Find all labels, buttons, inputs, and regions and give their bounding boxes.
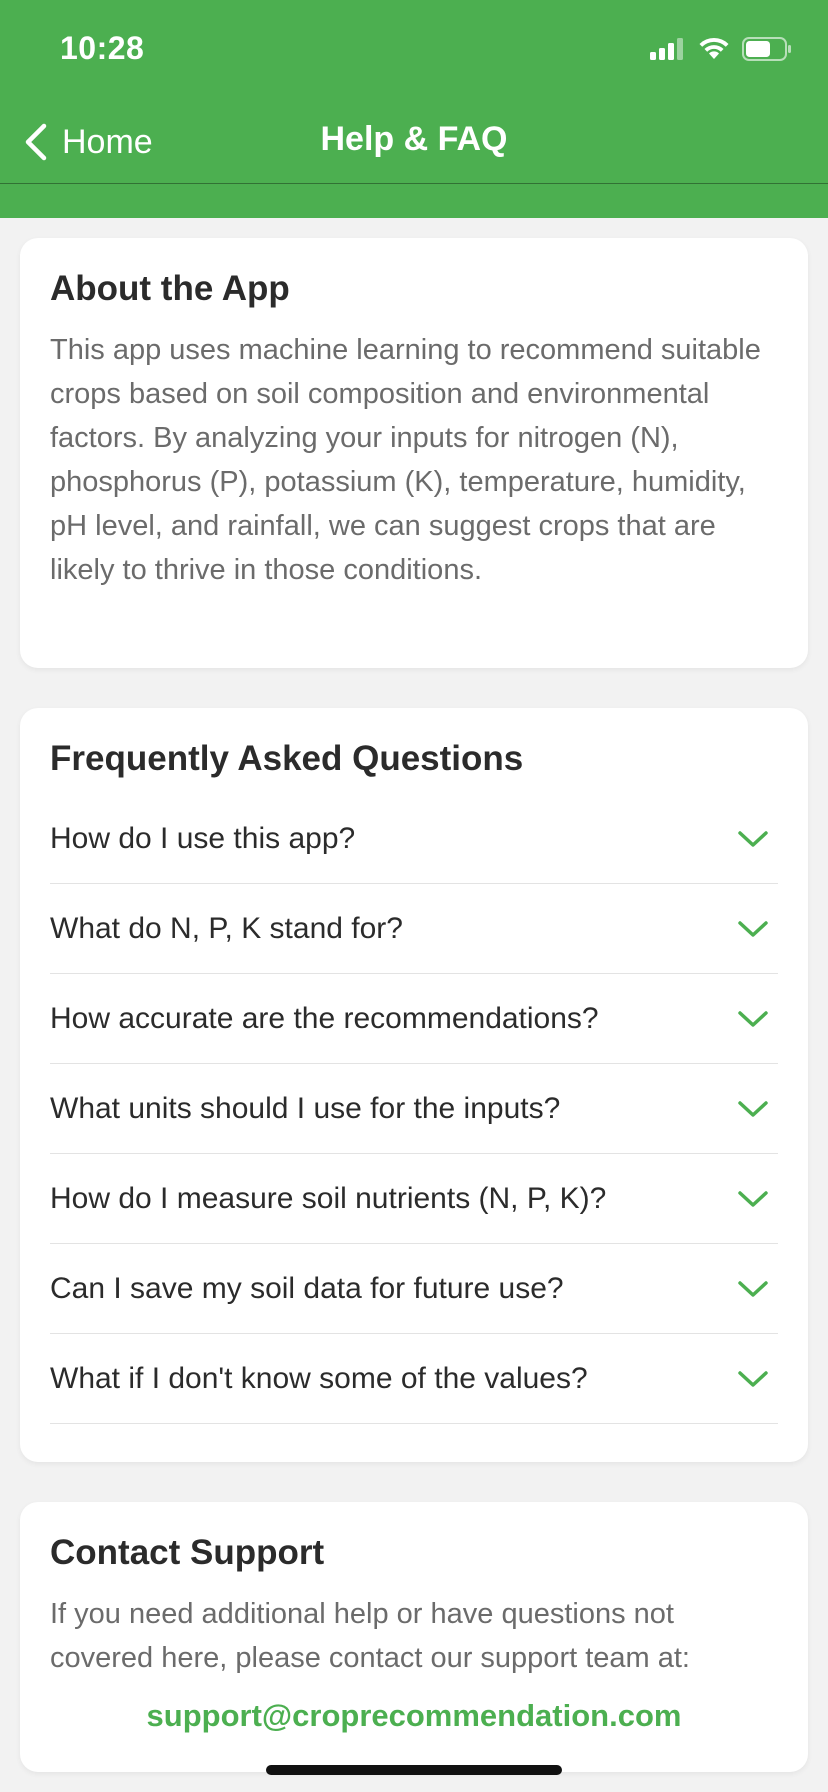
wifi-icon: [699, 37, 729, 59]
faq-item[interactable]: How do I measure soil nutrients (N, P, K…: [50, 1154, 778, 1244]
screen: 10:28 Home Help & FAQ About the App This…: [0, 0, 828, 1792]
faq-item[interactable]: How accurate are the recommendations?: [50, 974, 778, 1064]
faq-question: Can I save my soil data for future use?: [50, 1271, 564, 1305]
chevron-down-icon: [738, 1370, 768, 1387]
status-bar: 10:28: [0, 0, 828, 100]
contact-card: Contact Support If you need additional h…: [20, 1502, 808, 1772]
chevron-down-icon: [738, 1280, 768, 1297]
chevron-down-icon: [738, 1100, 768, 1117]
status-icons: [650, 34, 792, 64]
chevron-down-icon: [738, 830, 768, 847]
faq-question: How accurate are the recommendations?: [50, 1001, 599, 1035]
cellular-signal-icon: [650, 38, 683, 60]
faq-item[interactable]: What if I don't know some of the values?: [50, 1334, 778, 1424]
contact-text: If you need additional help or have ques…: [50, 1598, 690, 1674]
faq-list: How do I use this app? What do N, P, K s…: [50, 794, 778, 1424]
faq-card: Frequently Asked Questions How do I use …: [20, 708, 808, 1462]
header: 10:28 Home Help & FAQ: [0, 0, 828, 218]
faq-item[interactable]: How do I use this app?: [50, 794, 778, 884]
faq-item[interactable]: What do N, P, K stand for?: [50, 884, 778, 974]
about-text: This app uses machine learning to recomm…: [50, 334, 761, 586]
faq-item[interactable]: Can I save my soil data for future use?: [50, 1244, 778, 1334]
support-email-link[interactable]: support@croprecommendation.com: [50, 1698, 778, 1734]
page-title: Help & FAQ: [320, 120, 508, 158]
faq-question: What if I don't know some of the values?: [50, 1361, 588, 1395]
about-title: About the App: [50, 269, 290, 308]
home-indicator[interactable]: [266, 1765, 562, 1775]
status-time: 10:28: [60, 30, 145, 66]
faq-question: How do I use this app?: [50, 821, 356, 855]
battery-icon: [742, 37, 791, 61]
chevron-down-icon: [738, 1190, 768, 1207]
nav-bar: Home Help & FAQ: [0, 100, 828, 184]
faq-question: How do I measure soil nutrients (N, P, K…: [50, 1181, 607, 1215]
faq-title: Frequently Asked Questions: [50, 739, 524, 778]
faq-item[interactable]: What units should I use for the inputs?: [50, 1064, 778, 1154]
about-card: About the App This app uses machine lear…: [20, 238, 808, 668]
chevron-down-icon: [738, 920, 768, 937]
faq-question: What do N, P, K stand for?: [50, 911, 403, 945]
faq-question: What units should I use for the inputs?: [50, 1091, 561, 1125]
contact-title: Contact Support: [50, 1533, 325, 1572]
chevron-down-icon: [738, 1010, 768, 1027]
